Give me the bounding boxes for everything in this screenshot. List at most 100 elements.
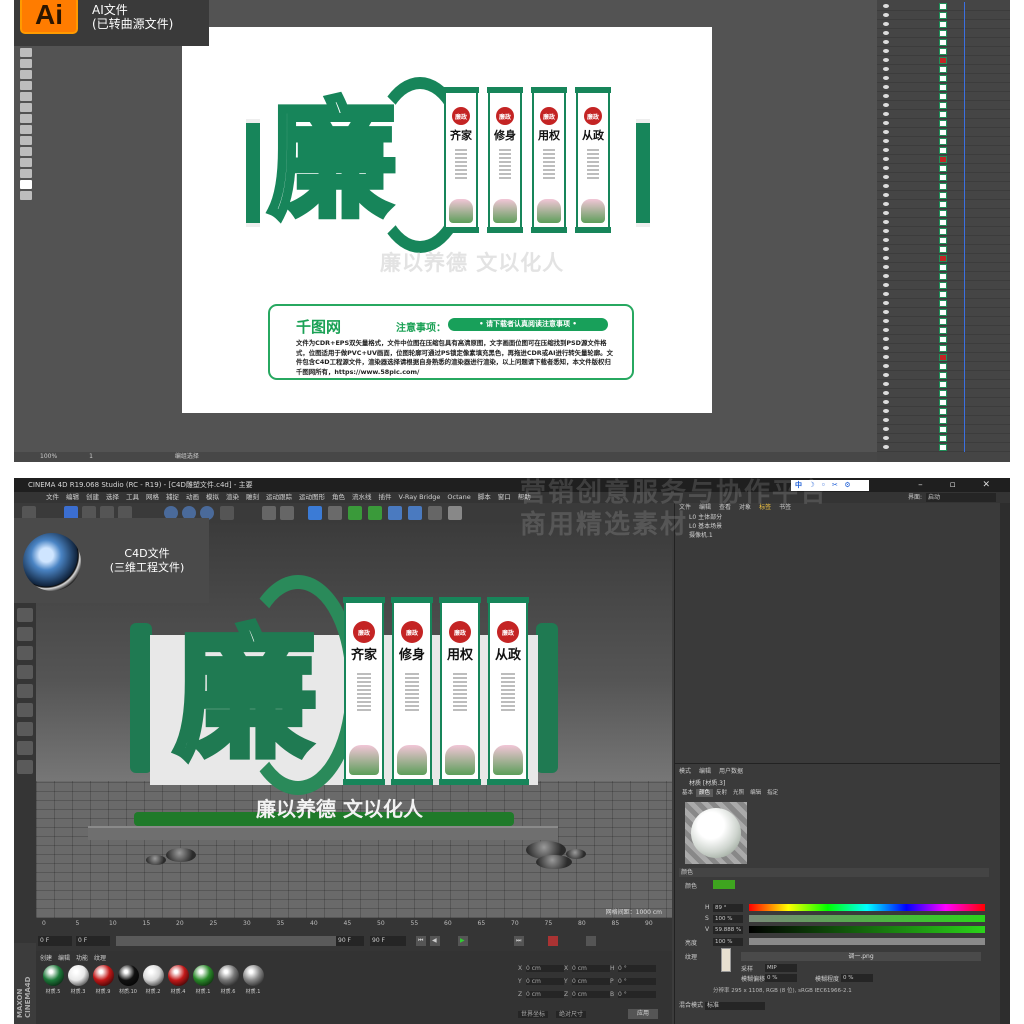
layer-row[interactable] — [877, 263, 1010, 272]
material-menu-item[interactable]: 编辑 — [58, 955, 70, 962]
menu-item[interactable]: 动画 — [186, 493, 199, 501]
menu-item[interactable]: 窗口 — [498, 493, 511, 501]
cube-icon[interactable] — [308, 506, 322, 520]
brightness-slider[interactable] — [749, 938, 985, 945]
layer-row[interactable] — [877, 209, 1010, 218]
zoom-level[interactable]: 100% — [40, 453, 57, 460]
visibility-eye-icon[interactable] — [883, 49, 889, 53]
model-mode-icon[interactable] — [17, 608, 33, 622]
layer-row[interactable] — [877, 308, 1010, 317]
layer-row[interactable] — [877, 65, 1010, 74]
nurbs-icon[interactable] — [348, 506, 362, 520]
menu-item[interactable]: 捕捉 — [166, 493, 179, 501]
workplane-icon[interactable] — [17, 760, 33, 774]
layer-row[interactable] — [877, 119, 1010, 128]
visibility-eye-icon[interactable] — [883, 112, 889, 116]
visibility-eye-icon[interactable] — [883, 391, 889, 395]
visibility-eye-icon[interactable] — [883, 319, 889, 323]
visibility-eye-icon[interactable] — [883, 292, 889, 296]
layer-row[interactable] — [877, 335, 1010, 344]
type-tool-icon[interactable] — [20, 103, 32, 112]
menu-item[interactable]: 网格 — [146, 493, 159, 501]
visibility-eye-icon[interactable] — [883, 40, 889, 44]
menu-item[interactable]: 脚本 — [478, 493, 491, 501]
direct-select-tool-icon[interactable] — [20, 59, 32, 68]
layer-row[interactable] — [877, 443, 1010, 452]
layer-row[interactable] — [877, 380, 1010, 389]
play-back-icon[interactable]: ◀ — [430, 936, 440, 946]
visibility-eye-icon[interactable] — [883, 76, 889, 80]
material-menu-item[interactable]: 纹理 — [94, 955, 106, 962]
end2-frame-field[interactable]: 90 F — [370, 936, 406, 946]
layer-row[interactable] — [877, 236, 1010, 245]
visibility-eye-icon[interactable] — [883, 265, 889, 269]
layer-row[interactable] — [877, 425, 1010, 434]
material-swatch[interactable]: 材质.5 — [42, 965, 64, 995]
material-swatch[interactable]: 材质.6 — [217, 965, 239, 995]
visibility-eye-icon[interactable] — [883, 256, 889, 260]
coord-value-field[interactable]: 0 ° — [618, 978, 656, 985]
visibility-eye-icon[interactable] — [883, 382, 889, 386]
layer-row[interactable] — [877, 182, 1010, 191]
world-coords-select[interactable]: 世界坐标 — [518, 1011, 549, 1018]
coord-value-field[interactable]: 0 cm — [526, 991, 564, 998]
channel-tab[interactable]: 光照 — [730, 789, 747, 797]
visibility-eye-icon[interactable] — [883, 202, 889, 206]
menu-item[interactable]: 编辑 — [66, 493, 79, 501]
timeline[interactable]: 0 5 10 15 20 25 30 35 40 45 50 55 60 65 70 75 80 85 90 0 F… — [36, 918, 672, 951]
layer-row[interactable] — [877, 362, 1010, 371]
brush-tool-icon[interactable] — [20, 136, 32, 145]
layer-row[interactable] — [877, 47, 1010, 56]
layer-row[interactable] — [877, 371, 1010, 380]
solo-icon[interactable] — [17, 741, 33, 755]
layer-row[interactable] — [877, 92, 1010, 101]
visibility-eye-icon[interactable] — [883, 139, 889, 143]
visibility-eye-icon[interactable] — [883, 346, 889, 350]
layer-row[interactable] — [877, 218, 1010, 227]
layer-row[interactable] — [877, 326, 1010, 335]
menu-item[interactable]: 流水线 — [352, 493, 372, 501]
visibility-eye-icon[interactable] — [883, 130, 889, 134]
zoom-tool-icon[interactable] — [20, 169, 32, 178]
visibility-eye-icon[interactable] — [883, 184, 889, 188]
layer-row[interactable] — [877, 83, 1010, 92]
layer-row[interactable] — [877, 191, 1010, 200]
layer-row[interactable] — [877, 227, 1010, 236]
hue-slider[interactable] — [749, 904, 985, 911]
visibility-eye-icon[interactable] — [883, 310, 889, 314]
attribute-menu-item[interactable]: 编辑 — [699, 768, 711, 775]
light-icon[interactable] — [448, 506, 462, 520]
snap-icon[interactable] — [17, 722, 33, 736]
line-tool-icon[interactable] — [20, 114, 32, 123]
material-preview[interactable] — [685, 802, 747, 864]
texture-mode-icon[interactable] — [17, 627, 33, 641]
menu-item[interactable]: V-Ray Bridge — [399, 493, 441, 501]
layer-row[interactable] — [877, 407, 1010, 416]
material-menu-item[interactable]: 创建 — [40, 955, 52, 962]
layout-value[interactable]: 启动 — [926, 493, 996, 502]
saturation-slider[interactable] — [749, 915, 985, 922]
channel-tab[interactable]: 编辑 — [747, 789, 764, 797]
layer-row[interactable] — [877, 20, 1010, 29]
layer-row[interactable] — [877, 245, 1010, 254]
keyframe-icon[interactable] — [586, 936, 596, 946]
apply-button[interactable]: 应用 — [628, 1009, 658, 1019]
material-swatch[interactable]: 材质.1 — [242, 965, 264, 995]
visibility-eye-icon[interactable] — [883, 58, 889, 62]
coord-value-field[interactable]: 0 cm — [572, 991, 610, 998]
channel-tab[interactable]: 反射 — [713, 789, 730, 797]
attribute-menu-item[interactable]: 模式 — [679, 768, 691, 775]
axis-mode-icon[interactable] — [17, 703, 33, 717]
layer-row[interactable] — [877, 272, 1010, 281]
visibility-eye-icon[interactable] — [883, 67, 889, 71]
goto-end-icon[interactable]: ⏭ — [514, 936, 524, 946]
coord-value-field[interactable]: 0 cm — [572, 978, 610, 985]
coord-value-field[interactable]: 0 cm — [572, 965, 610, 972]
selection-tool-icon[interactable] — [20, 48, 32, 57]
record-icon[interactable] — [548, 936, 558, 946]
visibility-eye-icon[interactable] — [883, 238, 889, 242]
coord-system-icon[interactable] — [220, 506, 234, 520]
mograph-icon[interactable] — [368, 506, 382, 520]
menu-item[interactable]: 插件 — [379, 493, 392, 501]
layer-row[interactable] — [877, 398, 1010, 407]
